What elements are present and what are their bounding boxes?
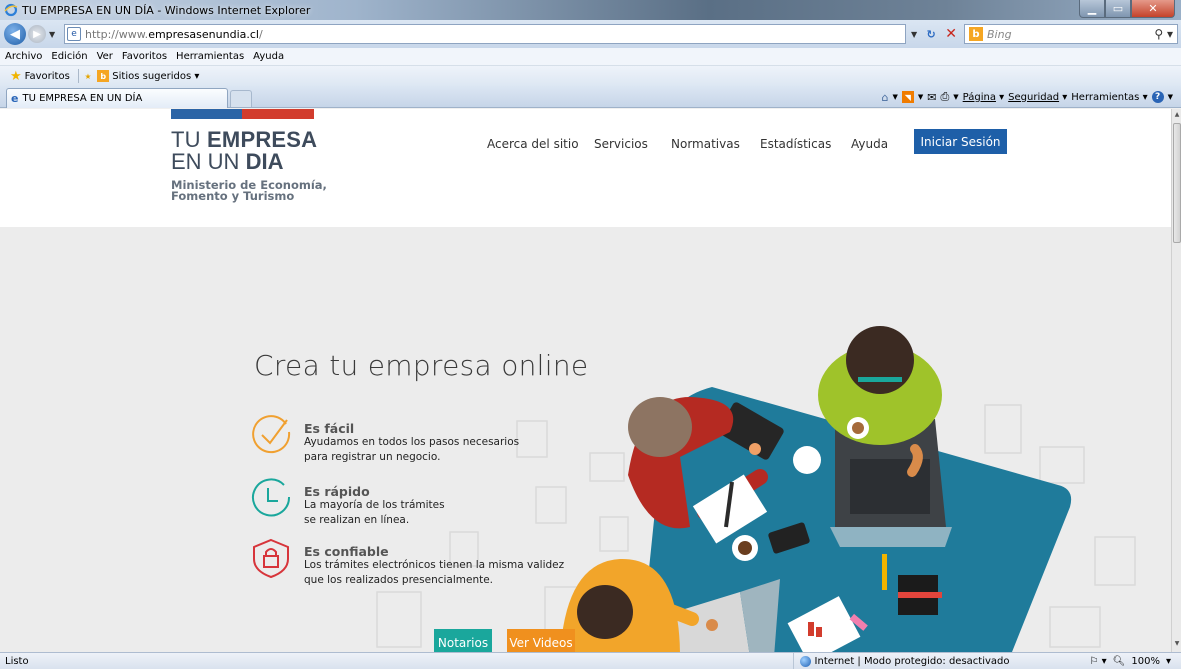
logo-line-2[interactable]: EN UN DIA [171, 151, 283, 173]
protected-mode-icon[interactable]: ⚐ ▾ [1090, 656, 1107, 667]
hero-illustration [376, 326, 1136, 652]
forward-button[interactable]: ▶ [28, 25, 46, 43]
url-text[interactable]: http://www.empresasenundia.cl/ [85, 28, 263, 41]
help-dropdown-icon[interactable]: ▼ [1168, 93, 1173, 101]
feature-fast-desc: La mayoría de los trámites se realizan e… [304, 499, 445, 526]
mail-icon[interactable]: ✉ [927, 91, 936, 104]
forward-arrow-icon: ▶ [33, 28, 41, 40]
zoom-level[interactable]: 100% [1131, 656, 1160, 667]
feature-fast-title: Es rápido [304, 484, 370, 499]
add-favorite-icon[interactable]: ⭑ [85, 69, 91, 84]
bing-icon: b [97, 70, 110, 82]
page-icon: e [67, 27, 81, 41]
notarios-button[interactable]: Notarios [434, 629, 492, 652]
back-arrow-icon: ◀ [10, 26, 20, 42]
menu-ayuda[interactable]: Ayuda [253, 51, 284, 62]
hero-title: Crea tu empresa online [254, 349, 589, 382]
globe-icon [799, 655, 811, 667]
tab-active[interactable]: e TU EMPRESA EN UN DÍA [6, 88, 228, 108]
nav-servicios[interactable]: Servicios [594, 137, 648, 151]
page-menu[interactable]: Página ▾ [963, 92, 1005, 103]
history-dropdown-icon[interactable]: ▼ [49, 30, 55, 39]
feature-easy-title: Es fácil [304, 421, 355, 436]
address-bar[interactable]: e http://www.empresasenundia.cl/ [64, 24, 906, 44]
internet-explorer-icon: e [11, 92, 19, 105]
favorites-bar: ★ Favoritos ⭑ b Sitios sugeridos ▾ [0, 66, 1181, 86]
feature-reliable-title: Es confiable [304, 544, 389, 559]
zoom-dropdown-icon[interactable]: ▾ [1166, 656, 1171, 667]
scroll-up-icon[interactable]: ▲ [1173, 111, 1181, 121]
print-icon[interactable]: ⎙ [940, 90, 949, 104]
favorites-star-icon[interactable]: ★ [10, 69, 22, 84]
address-row: ◀ ▶ ▼ e http://www.empresasenundia.cl/ ▼… [0, 20, 1181, 48]
scroll-thumb[interactable] [1173, 123, 1181, 243]
menu-archivo[interactable]: Archivo [5, 51, 42, 62]
search-icon[interactable]: ⚲ ▾ [1154, 27, 1173, 41]
nav-acerca[interactable]: Acerca del sitio [487, 137, 579, 151]
scroll-down-icon[interactable]: ▼ [1173, 640, 1181, 650]
bing-icon: b [969, 27, 983, 41]
site-header: TU EMPRESA EN UN DIA Ministerio de Econo… [0, 109, 1171, 227]
home-icon[interactable]: ⌂ [881, 91, 888, 104]
close-button[interactable]: ✕ [1131, 0, 1175, 18]
ministry-line-2: Fomento y Turismo [171, 189, 295, 203]
feature-reliable-desc: Los trámites electrónicos tienen la mism… [304, 559, 565, 586]
login-button[interactable]: Iniciar Sesión [914, 129, 1007, 154]
menu-edicion[interactable]: Edición [51, 51, 87, 62]
refresh-button[interactable]: ↻ [922, 26, 940, 42]
window-title-bar: TU EMPRESA EN UN DÍA - Windows Internet … [0, 0, 1181, 20]
rss-feed-icon[interactable]: ◥ [901, 91, 914, 103]
status-bar: Listo Internet | Modo protegido: desacti… [0, 652, 1181, 669]
vertical-scrollbar[interactable]: ▲ ▼ [1171, 109, 1181, 652]
chile-flag-stripe [171, 109, 314, 119]
maximize-button[interactable]: ▭ [1105, 0, 1131, 18]
new-tab-button[interactable] [230, 90, 252, 107]
clock-circle-icon [252, 478, 291, 517]
stop-button[interactable]: ✕ [942, 26, 960, 42]
security-menu[interactable]: Seguridad ▾ [1008, 92, 1067, 103]
zoom-icon: 🔍︎ [1112, 655, 1126, 667]
window-title: TU EMPRESA EN UN DÍA - Windows Internet … [22, 3, 311, 17]
favorites-button[interactable]: Favoritos [25, 71, 70, 82]
home-dropdown-icon[interactable]: ▼ [892, 93, 897, 101]
videos-button[interactable]: Ver Videos [507, 629, 575, 652]
logo-line-1[interactable]: TU EMPRESA [171, 129, 317, 151]
search-placeholder[interactable]: Bing [987, 28, 1154, 41]
nav-ayuda[interactable]: Ayuda [851, 137, 888, 151]
menu-herramientas[interactable]: Herramientas [176, 51, 244, 62]
nav-estadisticas[interactable]: Estadísticas [760, 137, 831, 151]
search-box[interactable]: b Bing ⚲ ▾ [964, 24, 1178, 44]
lock-shield-icon [253, 538, 289, 579]
security-zone[interactable]: Internet | Modo protegido: desactivado [792, 652, 1010, 669]
tools-menu[interactable]: Herramientas ▾ [1071, 92, 1147, 103]
page-viewport: TU EMPRESA EN UN DIA Ministerio de Econo… [0, 109, 1171, 652]
rss-dropdown-icon[interactable]: ▼ [918, 93, 923, 101]
command-bar: ⌂ ▼ ◥ ▼ ✉ ⎙ ▼ Página ▾ Seguridad ▾ Herramie… [881, 90, 1173, 104]
menu-ver[interactable]: Ver [97, 51, 113, 62]
status-text: Listo [5, 655, 29, 667]
nav-normativas[interactable]: Normativas [671, 137, 740, 151]
internet-explorer-icon [4, 3, 18, 17]
tab-title: TU EMPRESA EN UN DÍA [22, 93, 143, 104]
zoom-control[interactable]: ⚐ ▾ 🔍︎ 100% ▾ [1090, 656, 1172, 667]
separator [77, 69, 79, 83]
check-circle-icon [252, 415, 291, 454]
print-dropdown-icon[interactable]: ▼ [953, 93, 958, 101]
back-button[interactable]: ◀ [4, 23, 26, 45]
zone-text: Internet | Modo protegido: desactivado [814, 655, 1010, 667]
menu-bar: Archivo Edición Ver Favoritos Herramient… [0, 48, 1181, 66]
url-dropdown-icon[interactable]: ▼ [911, 30, 917, 39]
minimize-button[interactable]: ▁ [1079, 0, 1105, 18]
tab-row: e TU EMPRESA EN UN DÍA ⌂ ▼ ◥ ▼ ✉ ⎙ ▼ Página… [0, 86, 1181, 108]
help-icon[interactable]: ? [1151, 91, 1164, 103]
hero-section: Crea tu empresa online Es fácil Ayudamos… [0, 227, 1171, 652]
suggested-sites-button[interactable]: Sitios sugeridos ▾ [112, 71, 199, 82]
feature-easy-desc: Ayudamos en todos los pasos necesarios p… [304, 436, 520, 463]
menu-favoritos[interactable]: Favoritos [122, 51, 167, 62]
